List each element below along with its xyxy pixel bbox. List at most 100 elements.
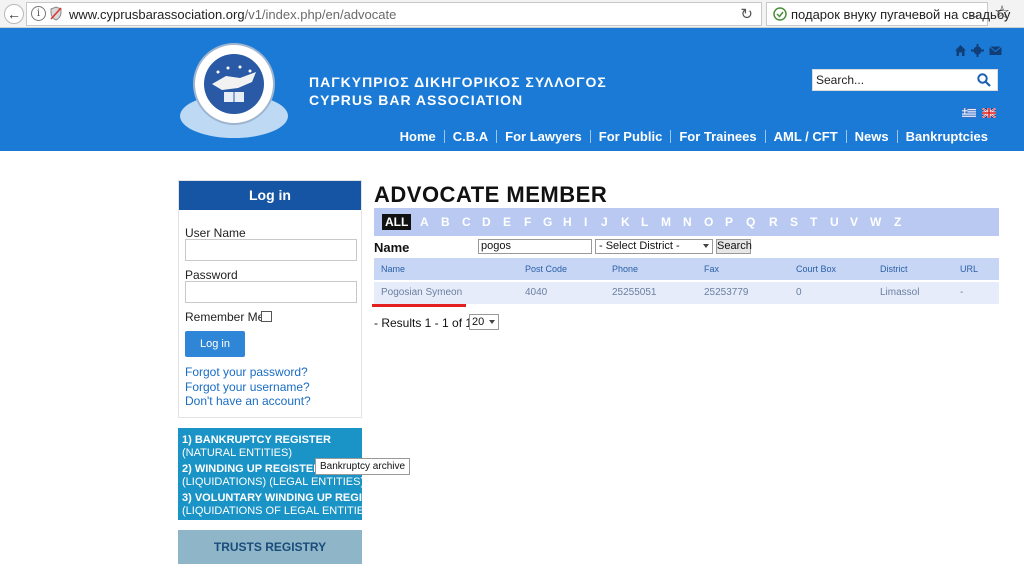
alphabet-letter[interactable]: R (769, 215, 778, 229)
alphabet-letter[interactable]: D (482, 215, 491, 229)
district-select[interactable]: - Select District - (595, 239, 713, 254)
language-flags (962, 108, 998, 126)
alphabet-letter[interactable]: M (661, 215, 671, 229)
column-header[interactable]: Post Code (525, 258, 567, 280)
browser-toolbar: ← i www.cyprusbarassociation.org/v1/inde… (0, 0, 1024, 28)
column-header[interactable]: Phone (612, 258, 638, 280)
column-header[interactable]: Fax (704, 258, 719, 280)
org-name-greek: ΠΑΓΚΥΠΡΙΟΣ ΔΙΚΗΓΟΡΙΚΟΣ ΣΥΛΛΟΓΟΣ (309, 74, 607, 90)
alphabet-all[interactable]: ALL (382, 214, 412, 230)
remember-me-checkbox[interactable] (261, 311, 272, 322)
bankruptcy-register-link[interactable]: 1) BANKRUPTCY REGISTER (NATURAL ENTITIES… (182, 434, 358, 460)
per-page-select[interactable]: 20 (469, 314, 499, 330)
search-engine-icon (773, 7, 787, 21)
remember-me-label: Remember Me (185, 310, 265, 324)
column-header[interactable]: URL (960, 258, 978, 280)
site-search-box (812, 69, 998, 91)
alphabet-filter: ALL A B C D E F G H I J K L M N O P Q R … (374, 208, 999, 236)
cba-logo[interactable] (178, 40, 290, 140)
home-icon[interactable] (954, 44, 967, 57)
main-nav: Home C.B.A For Lawyers For Public For Traine… (392, 129, 996, 144)
alphabet-letter[interactable]: N (683, 215, 692, 229)
username-label: User Name (185, 226, 246, 240)
insecure-shield-icon (50, 6, 62, 21)
nav-for-trainees[interactable]: For Trainees (670, 130, 764, 143)
district-select-value: - Select District - (599, 240, 680, 252)
browser-search-box[interactable]: подарок внуку пугачевой на свадьбу → (766, 2, 1010, 26)
gear-icon[interactable] (971, 44, 985, 57)
table-cell: 25253779 (704, 287, 749, 298)
alphabet-letter[interactable]: F (524, 215, 531, 229)
page-title: ADVOCATE MEMBER (374, 182, 608, 207)
name-filter-input[interactable]: pogos (478, 239, 592, 254)
page-root: ← i www.cyprusbarassociation.org/v1/inde… (0, 0, 1024, 570)
name-filter-label: Name (374, 240, 410, 255)
alphabet-letter[interactable]: O (704, 215, 713, 229)
site-search-input[interactable] (813, 70, 973, 90)
alphabet-letter[interactable]: W (870, 215, 881, 229)
search-button[interactable]: Search (716, 239, 752, 254)
alphabet-letter[interactable]: S (790, 215, 798, 229)
bankruptcy-archive-tooltip: Bankruptcy archive (315, 458, 411, 475)
column-header[interactable]: Court Box (796, 258, 836, 280)
back-arrow-icon[interactable]: ← (4, 4, 24, 24)
voluntary-winding-up-register-link[interactable]: 3) VOLUNTARY WINDING UP REGISTER (LIQUID… (182, 492, 391, 518)
bookmark-star-icon[interactable]: ☆ (994, 2, 1010, 23)
forgot-username-link[interactable]: Forgot your username? (185, 380, 310, 394)
alphabet-letter[interactable]: T (810, 215, 817, 229)
table-cell: 4040 (525, 287, 548, 298)
alphabet-letter[interactable]: H (563, 215, 572, 229)
table-cell: 25255051 (612, 287, 657, 298)
nav-for-lawyers[interactable]: For Lawyers (496, 130, 590, 143)
alphabet-letter[interactable]: I (584, 215, 587, 229)
table-cell: - (960, 287, 964, 298)
greek-flag-icon[interactable] (962, 108, 976, 118)
alphabet-letter[interactable]: K (621, 215, 630, 229)
alphabet-letter[interactable]: B (441, 215, 450, 229)
nav-cba[interactable]: C.B.A (443, 130, 496, 143)
nav-home[interactable]: Home (392, 130, 444, 143)
login-button[interactable]: Log in (185, 331, 245, 357)
uk-flag-icon[interactable] (982, 108, 997, 118)
login-panel: Log in User Name Password Remember Me Lo… (178, 180, 362, 418)
nav-aml-cft[interactable]: AML / CFT (764, 130, 846, 143)
table-cell: 0 (796, 287, 802, 298)
alphabet-letter[interactable]: V (850, 215, 858, 229)
column-header[interactable]: Name (381, 258, 405, 280)
alphabet-letter[interactable]: G (543, 215, 552, 229)
column-header[interactable]: District (880, 258, 908, 280)
alphabet-letter[interactable]: C (462, 215, 471, 229)
trusts-registry-button[interactable]: TRUSTS REGISTRY (178, 530, 362, 564)
reload-icon[interactable]: ↻ (740, 5, 753, 23)
alphabet-letter[interactable]: A (420, 215, 429, 229)
forgot-password-link[interactable]: Forgot your password? (185, 365, 308, 379)
results-table-header: Name Post Code Phone Fax Court Box Distr… (374, 258, 999, 280)
address-bar[interactable]: i www.cyprusbarassociation.org/v1/index.… (26, 2, 762, 26)
alphabet-letter[interactable]: Q (746, 215, 755, 229)
table-cell: Limassol (880, 287, 920, 298)
alphabet-letter[interactable]: U (830, 215, 839, 229)
password-label: Password (185, 268, 238, 282)
advocate-name-link[interactable]: Pogosian Symeon (381, 282, 462, 304)
nav-for-public[interactable]: For Public (589, 130, 671, 143)
nav-news[interactable]: News (845, 130, 897, 143)
chevron-down-icon (489, 320, 495, 324)
info-icon[interactable]: i (31, 6, 46, 21)
forward-arrow-icon[interactable]: → (967, 6, 981, 22)
alphabet-letter[interactable]: Z (894, 215, 901, 229)
alphabet-letter[interactable]: L (641, 215, 648, 229)
create-account-link[interactable]: Don't have an account? (185, 394, 311, 408)
results-count: - Results 1 - 1 of 1 (374, 316, 473, 330)
mail-icon[interactable] (989, 44, 1002, 57)
chevron-down-icon (703, 244, 709, 248)
nav-bankruptcies[interactable]: Bankruptcies (896, 130, 996, 143)
alphabet-letter[interactable]: P (725, 215, 733, 229)
header-icon-group (954, 44, 1002, 58)
alphabet-letter[interactable]: J (601, 215, 608, 229)
login-title: Log in (179, 181, 361, 210)
password-input[interactable] (185, 281, 357, 303)
site-header: ΠΑΓΚΥΠΡΙΟΣ ΔΙΚΗΓΟΡΙΚΟΣ ΣΥΛΛΟΓΟΣ CYPRUS B… (0, 28, 1024, 151)
alphabet-letter[interactable]: E (503, 215, 511, 229)
search-icon[interactable] (977, 73, 991, 87)
username-input[interactable] (185, 239, 357, 261)
